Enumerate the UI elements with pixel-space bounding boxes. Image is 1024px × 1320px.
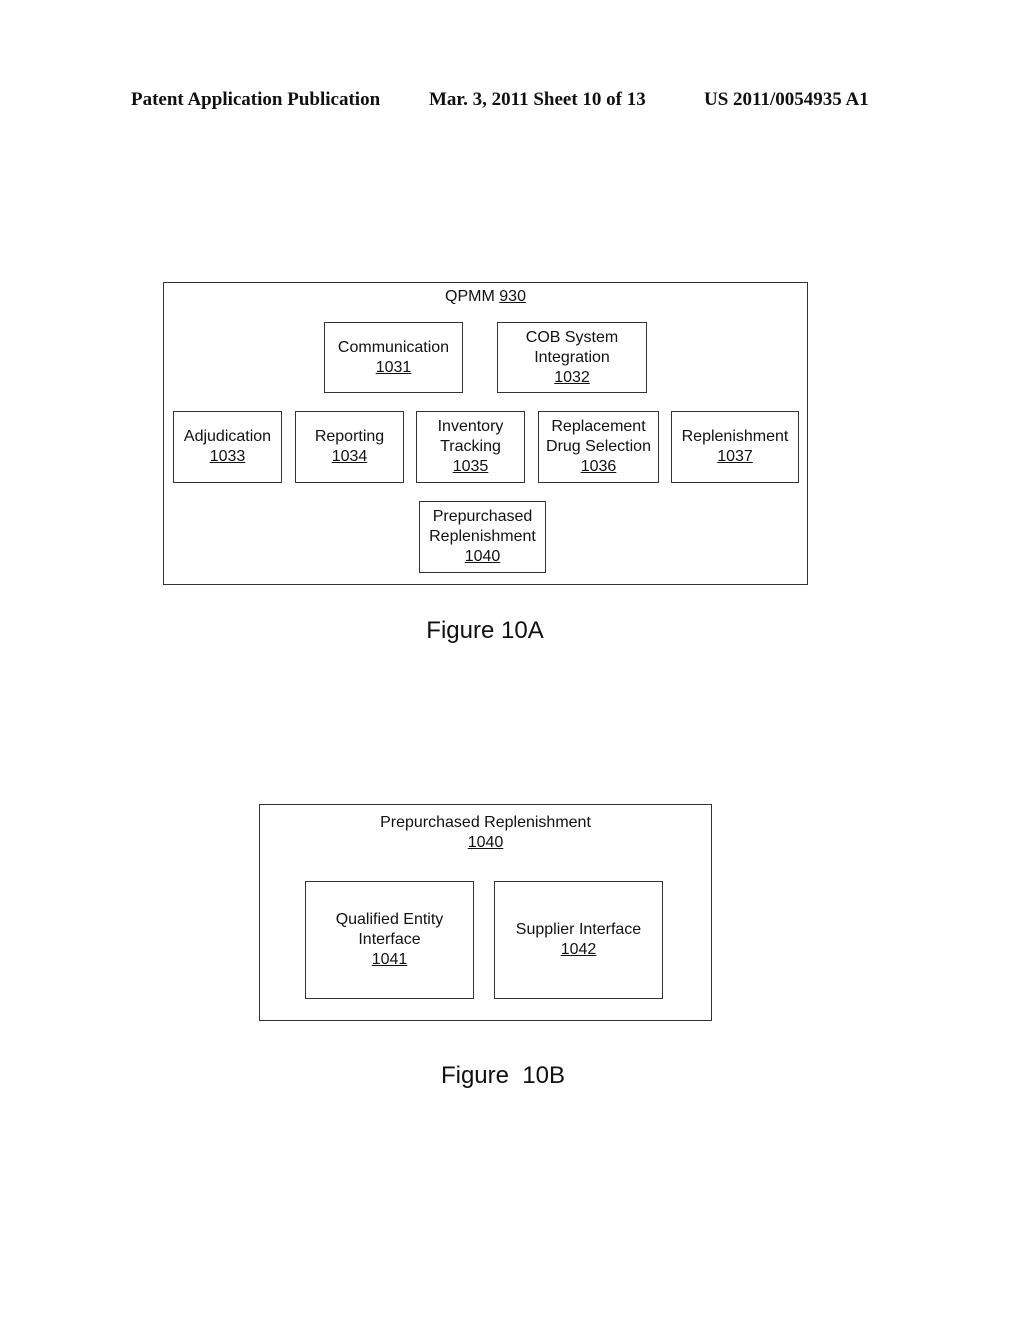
qpmm-title: QPMM 930 [445, 288, 526, 305]
figure-10b-caption: Figure 10B [440, 1062, 566, 1089]
module-qualified-entity-interface: Qualified Entity Interface 1041 [305, 881, 474, 999]
module-inventory-tracking: Inventory Tracking 1035 [416, 411, 525, 483]
module-prepurchased-replenishment: Prepurchased Replenishment 1040 [419, 501, 546, 573]
module-communication: Communication 1031 [324, 322, 463, 393]
date-and-sheet: Mar. 3, 2011 Sheet 10 of 13 [429, 89, 646, 110]
publication-type: Patent Application Publication [131, 89, 381, 110]
module-replacement-drug-selection: Replacement Drug Selection 1036 [538, 411, 659, 483]
module-replenishment: Replenishment 1037 [671, 411, 799, 483]
figure-10a-caption: Figure 10A [426, 617, 544, 644]
module-supplier-interface: Supplier Interface 1042 [494, 881, 663, 999]
patent-header: Patent Application Publication Mar. 3, 2… [0, 89, 1024, 113]
module-cob-system-integration: COB System Integration 1032 [497, 322, 647, 393]
publication-number: US 2011/0054935 A1 [704, 89, 869, 110]
prepurchased-replenishment-number: 1040 [467, 834, 504, 851]
module-reporting: Reporting 1034 [295, 411, 404, 483]
qpmm-number: 930 [499, 288, 526, 305]
module-adjudication: Adjudication 1033 [173, 411, 282, 483]
prepurchased-replenishment-title: Prepurchased Replenishment 1040 [259, 813, 712, 853]
